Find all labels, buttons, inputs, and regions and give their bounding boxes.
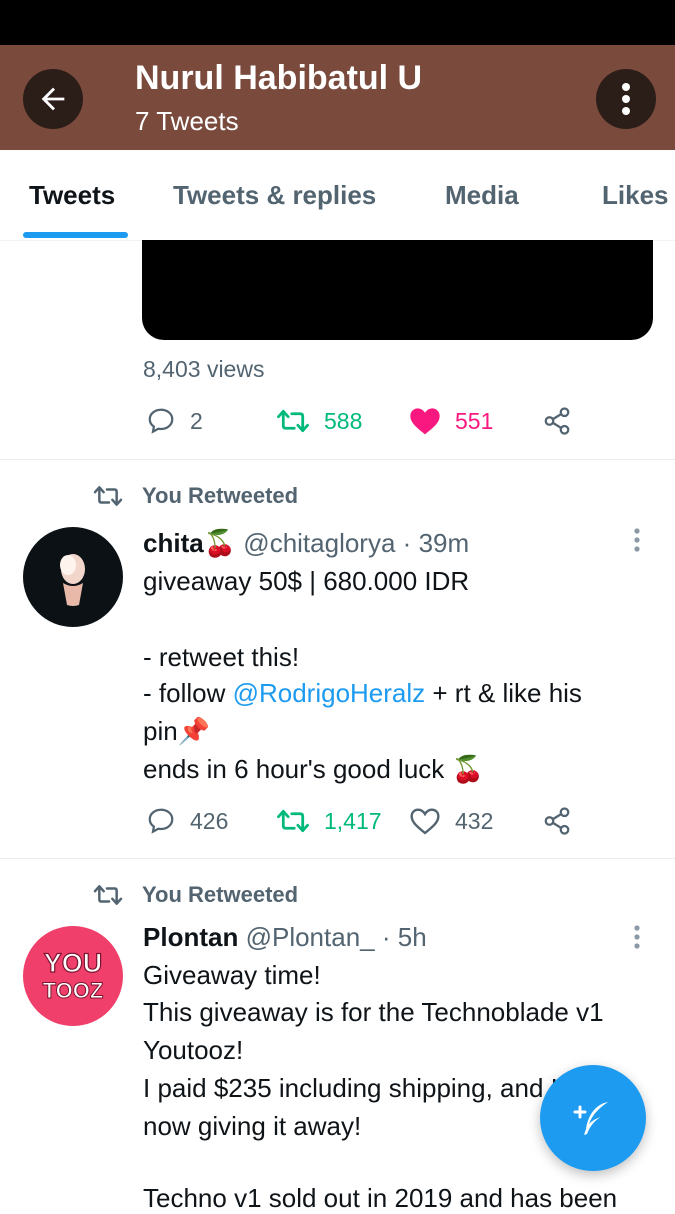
tweet-divider — [0, 459, 675, 460]
retweet-arrows-icon — [93, 885, 123, 905]
like-count: 432 — [455, 807, 494, 834]
retweet-button[interactable]: 1,417 — [276, 806, 382, 836]
retweeted-label: You Retweeted — [142, 882, 299, 907]
status-bar — [0, 0, 675, 45]
tweet-author-line: Plontan @Plontan_ · 5h — [143, 922, 427, 953]
retweet-count: 588 — [324, 407, 363, 434]
profile-name: Nurul Habibatul U — [135, 59, 423, 97]
text-fragment: + rt & like his — [425, 678, 582, 708]
tweet-text-line: ends in 6 hour's good luck 🍒 — [143, 754, 484, 784]
retweeted-indicator: You Retweeted — [92, 882, 298, 908]
text-fragment: - follow — [143, 678, 233, 708]
tweet-text-line: This giveaway is for the Technoblade v1 — [143, 997, 604, 1027]
heart-icon — [410, 408, 440, 435]
share-button[interactable] — [542, 806, 572, 836]
tweet-text-line: giveaway 50$ | 680.000 IDR — [143, 566, 470, 596]
svg-text:TOOZ: TOOZ — [43, 978, 104, 1003]
tab-tweets[interactable]: Tweets — [29, 180, 115, 211]
reply-button[interactable]: 426 — [146, 806, 228, 836]
profile-tabs: Tweets Tweets & replies Media Likes — [0, 150, 675, 241]
speech-bubble-icon — [148, 408, 174, 434]
retweet-button[interactable]: 588 — [276, 406, 362, 436]
author-emoji: 🍒 — [203, 528, 237, 558]
tab-tweets-and-replies[interactable]: Tweets & replies — [173, 180, 376, 211]
vertical-dots-icon — [634, 925, 640, 949]
tweet-text-line: - retweet this! — [143, 642, 300, 672]
reply-count: 2 — [190, 407, 203, 434]
youtooz-logo: YOU TOOZ — [42, 947, 104, 1003]
profile-header: Nurul Habibatul U 7 Tweets — [0, 45, 675, 150]
like-button[interactable]: 551 — [409, 406, 493, 436]
tweet-text-line: pin📌 — [143, 716, 211, 746]
vertical-dots-icon — [622, 83, 630, 115]
retweeted-indicator: You Retweeted — [92, 483, 298, 509]
retweet-arrows-icon — [277, 409, 309, 433]
like-count: 551 — [455, 407, 494, 434]
author-name[interactable]: chita — [143, 528, 204, 558]
avatar[interactable] — [23, 527, 123, 627]
like-button[interactable]: 432 — [409, 806, 493, 836]
tweet-text-line: Giveaway time! — [143, 960, 321, 990]
tweet-text-line: I paid $235 including shipping, and I am — [143, 1073, 602, 1103]
tweet-divider — [0, 858, 675, 859]
tweet-more-button[interactable] — [628, 527, 646, 558]
tab-media[interactable]: Media — [445, 180, 519, 211]
more-options-button[interactable] — [596, 69, 656, 129]
retweeted-label: You Retweeted — [142, 483, 299, 508]
svg-text:YOU: YOU — [44, 948, 103, 978]
share-nodes-icon — [544, 807, 570, 835]
retweet-arrows-icon — [93, 486, 123, 506]
share-button[interactable] — [542, 406, 572, 436]
back-button[interactable] — [23, 69, 83, 129]
avatar[interactable]: YOU TOOZ — [23, 926, 123, 1026]
separator-dot: · — [381, 922, 391, 952]
reply-count: 426 — [190, 807, 229, 834]
arrow-left-icon — [41, 87, 65, 111]
tweet-count: 7 Tweets — [135, 106, 239, 136]
tweet-time[interactable]: 39m — [419, 528, 470, 558]
tweet-text-line: - follow @RodrigoHeralz + rt & like his — [143, 678, 582, 709]
retweet-arrows-icon — [277, 809, 309, 833]
author-name[interactable]: Plontan — [143, 922, 238, 952]
compose-tweet-button[interactable] — [540, 1065, 646, 1171]
tweet-media[interactable] — [142, 240, 653, 340]
speech-bubble-icon — [148, 808, 174, 834]
tweet-text-line: Youtooz! — [143, 1035, 244, 1065]
active-tab-indicator — [23, 232, 128, 238]
tweet-text-line: Techno v1 sold out in 2019 and has been — [143, 1183, 618, 1213]
vertical-dots-icon — [634, 528, 640, 552]
tab-likes[interactable]: Likes — [602, 180, 669, 211]
reply-button[interactable]: 2 — [146, 406, 203, 436]
tweet-author-line: chita🍒 @chitaglorya · 39m — [143, 528, 469, 559]
share-nodes-icon — [544, 407, 570, 435]
heart-icon — [410, 808, 440, 835]
separator-dot: · — [402, 528, 412, 558]
tweet-more-button[interactable] — [628, 924, 646, 955]
silhouette-avatar-image — [60, 554, 85, 606]
tweet-text-line: now giving it away! — [143, 1111, 362, 1141]
mention-link[interactable]: @RodrigoHeralz — [233, 678, 426, 708]
views-count: 8,403 views — [143, 356, 265, 382]
retweet-count: 1,417 — [324, 807, 382, 834]
author-handle[interactable]: @Plontan_ — [246, 922, 375, 952]
feather-plus-icon — [573, 1102, 608, 1135]
tweet-time[interactable]: 5h — [398, 922, 427, 952]
author-handle[interactable]: @chitaglorya — [243, 528, 395, 558]
